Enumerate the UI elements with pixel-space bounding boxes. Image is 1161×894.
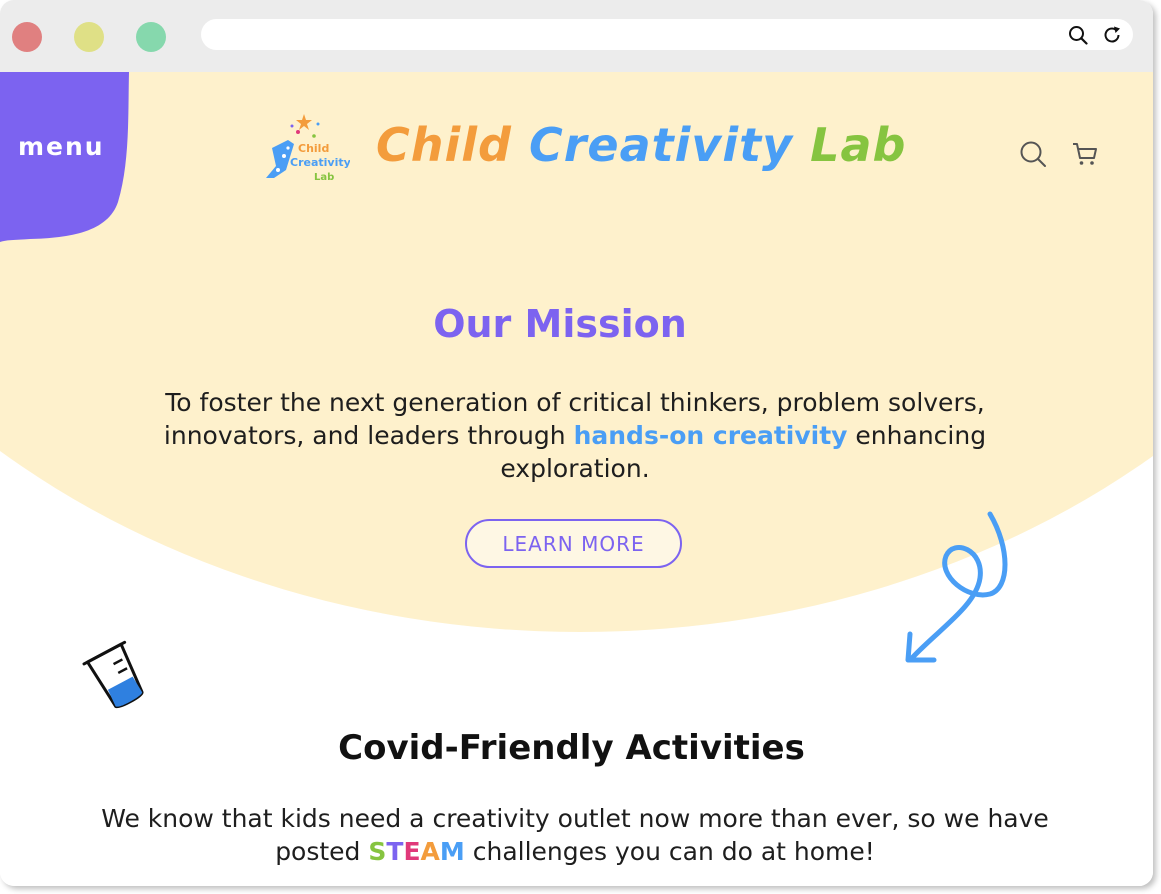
site-title-creativity: Creativity <box>528 118 811 172</box>
logo-text-child: Child <box>298 142 329 155</box>
logo-text-lab: Lab <box>314 172 334 183</box>
learn-more-button[interactable]: LEARN MORE <box>465 519 682 568</box>
search-icon[interactable] <box>1068 25 1088 45</box>
search-icon[interactable] <box>1019 140 1047 168</box>
minimize-window-button[interactable] <box>74 22 104 52</box>
steam-letter-a: A <box>420 837 440 866</box>
steam-letter-t: T <box>386 837 404 866</box>
site-title-child: Child <box>376 118 529 172</box>
maximize-window-button[interactable] <box>136 22 166 52</box>
steam-letter-m: M <box>439 837 465 866</box>
mission-text-highlight: hands-on creativity <box>573 421 848 450</box>
browser-window: menu Child Creativity Lab Child Creativi… <box>0 0 1153 886</box>
page-content: menu Child Creativity Lab Child Creativi… <box>0 72 1153 886</box>
site-logo[interactable]: Child Creativity Lab <box>264 108 350 188</box>
covid-activities-title: Covid-Friendly Activities <box>338 728 805 768</box>
covid-activities-text: We know that kids need a creativity outl… <box>100 802 1050 868</box>
close-window-button[interactable] <box>12 22 42 52</box>
site-title[interactable]: Child Creativity Lab <box>376 118 906 172</box>
steam-letter-e: E <box>403 837 421 866</box>
arrow-squiggle-icon <box>905 511 1008 663</box>
beaker-icon <box>82 640 144 709</box>
mission-text: To foster the next generation of critica… <box>140 386 1010 485</box>
steam-word: STEAM <box>368 837 464 866</box>
steam-letter-s: S <box>368 837 387 866</box>
address-bar[interactable] <box>201 19 1133 50</box>
browser-toolbar <box>0 0 1153 72</box>
cart-icon[interactable] <box>1071 140 1099 168</box>
logo-text-creativity: Creativity <box>290 156 350 169</box>
menu-button[interactable]: menu <box>18 132 108 161</box>
covid-text-end: challenges you can do at home! <box>464 837 875 866</box>
reload-icon[interactable] <box>1102 25 1122 45</box>
mission-title: Our Mission <box>433 302 687 346</box>
site-title-lab: Lab <box>810 118 907 172</box>
